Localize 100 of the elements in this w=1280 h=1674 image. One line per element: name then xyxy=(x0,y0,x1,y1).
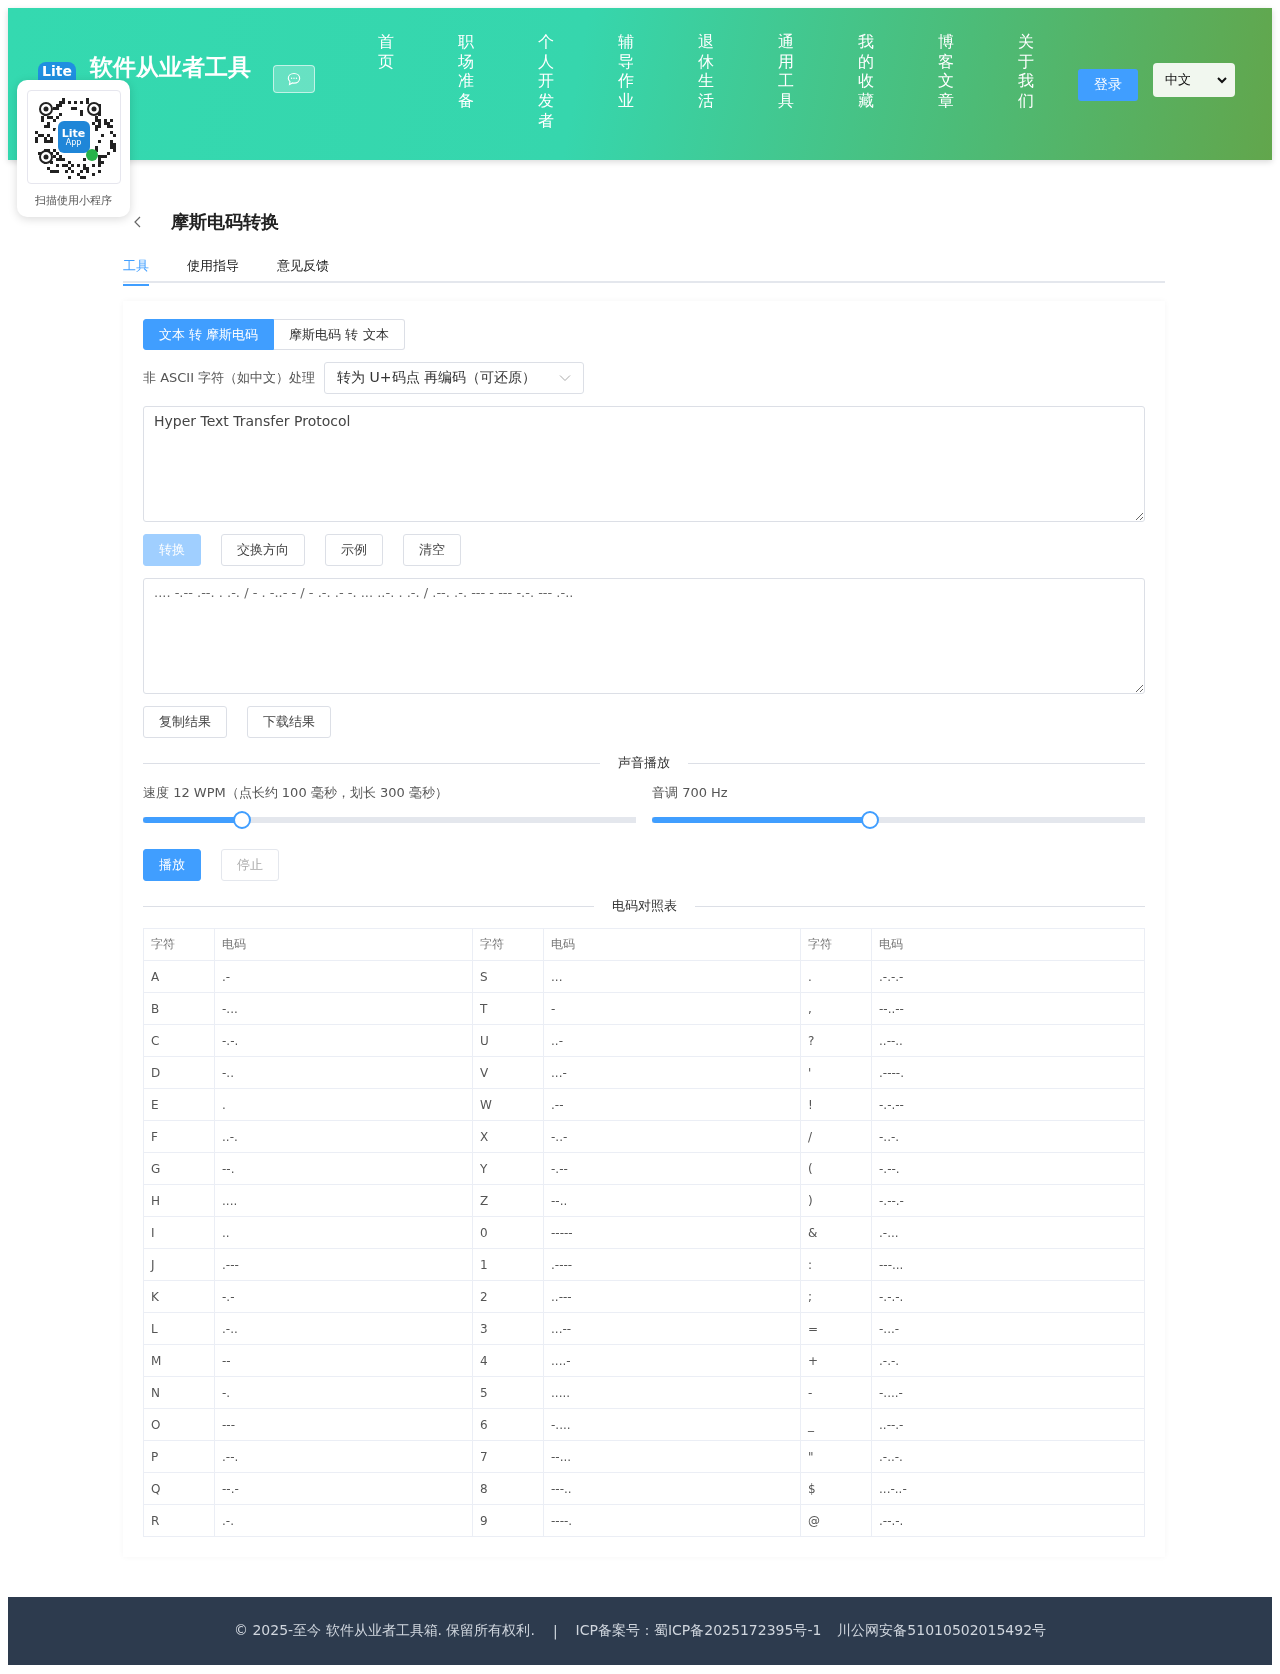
action-button[interactable]: 复制结果 xyxy=(143,706,227,738)
table-cell: Y xyxy=(472,1152,544,1185)
table-cell: A xyxy=(143,960,215,993)
nav-link[interactable]: 退休生活 xyxy=(698,32,714,131)
logo-text: App xyxy=(65,138,82,147)
table-cell: M xyxy=(143,1344,215,1377)
table-cell: ..--.. xyxy=(871,1024,1145,1057)
table-cell: .----. xyxy=(871,1056,1145,1089)
table-cell: ...-- xyxy=(543,1312,801,1345)
table-cell: ----- xyxy=(543,1216,801,1249)
table-cell: " xyxy=(800,1440,872,1473)
table-cell: 6 xyxy=(472,1408,544,1441)
chevron-icon[interactable] xyxy=(559,374,572,382)
chat-button[interactable] xyxy=(273,65,315,93)
site-title: 软件从业者工具 xyxy=(90,52,251,82)
slider-label: 速度 12 WPM（点长约 100 毫秒，划长 300 毫秒） xyxy=(143,784,449,802)
nav-link[interactable]: 辅导作业 xyxy=(618,32,634,131)
table-cell: - xyxy=(800,1376,872,1409)
login-button[interactable]: 登录 xyxy=(1078,69,1138,101)
table-cell: --.. xyxy=(543,1184,801,1217)
tab[interactable]: 意见反馈 xyxy=(277,249,329,284)
action-button[interactable]: 清空 xyxy=(403,534,461,566)
table-cell: ..--- xyxy=(543,1280,801,1313)
column-header: 字符 xyxy=(800,928,872,961)
table-cell: ---.. xyxy=(543,1472,801,1505)
table-cell: .-..-. xyxy=(871,1440,1145,1473)
table-cell: .---- xyxy=(543,1248,801,1281)
nav-link[interactable]: 个人开发者 xyxy=(538,32,554,131)
mode-toggle[interactable]: 文本 转 摩斯电码 xyxy=(143,319,275,350)
table-cell: --..-- xyxy=(871,992,1145,1025)
table-cell: -.- xyxy=(214,1280,473,1313)
table-cell: .-... xyxy=(871,1216,1145,1249)
slider-handle[interactable] xyxy=(861,811,880,829)
action-button[interactable]: 下载结果 xyxy=(247,706,331,738)
table-cell: -.-.-. xyxy=(871,1280,1145,1313)
table-cell: P xyxy=(143,1440,215,1473)
icp-link[interactable]: ICP备案号：蜀ICP备2025172395号-1 xyxy=(575,1622,822,1640)
table-cell: U xyxy=(472,1024,544,1057)
table-cell: .-.-. xyxy=(871,1344,1145,1377)
encoding-select[interactable]: 转为 U+码点 再编码（可还原） xyxy=(324,362,585,394)
table-cell: R xyxy=(143,1504,215,1537)
police-record-link[interactable]: 川公网安备51010502015492号 xyxy=(837,1622,1047,1640)
table-cell: H xyxy=(143,1184,215,1217)
caret-icon[interactable] xyxy=(1217,76,1227,84)
column-header: 电码 xyxy=(214,928,473,961)
nav-link[interactable]: 关于我们 xyxy=(1018,32,1034,131)
section-heading: 声音播放 xyxy=(617,754,671,772)
table-cell: Z xyxy=(472,1184,544,1217)
table-cell: -.... xyxy=(543,1408,801,1441)
back-icon[interactable] xyxy=(133,215,143,229)
mode-toggle[interactable]: 摩斯电码 转 文本 xyxy=(274,319,405,350)
language-select[interactable]: 中文 xyxy=(1153,63,1235,97)
table-cell: O xyxy=(143,1408,215,1441)
slider-handle[interactable] xyxy=(232,811,251,829)
table-cell: ! xyxy=(800,1088,872,1121)
table-cell: .- xyxy=(214,960,473,993)
table-cell: -..-. xyxy=(871,1120,1145,1153)
table-cell: _ xyxy=(800,1408,872,1441)
page-title: 摩斯电码转换 xyxy=(171,210,279,234)
table-cell: L xyxy=(143,1312,215,1345)
tab[interactable]: 工具 xyxy=(123,249,149,286)
tab[interactable]: 使用指导 xyxy=(187,249,239,284)
table-cell: - xyxy=(543,992,801,1025)
column-header: 电码 xyxy=(543,928,801,961)
nav-link[interactable]: 职场准备 xyxy=(458,32,474,131)
table-cell: ..... xyxy=(543,1376,801,1409)
speech-bubble-icon xyxy=(287,72,301,86)
table-cell: D xyxy=(143,1056,215,1089)
table-cell: --. xyxy=(214,1152,473,1185)
table-cell: ( xyxy=(800,1152,872,1185)
table-cell: + xyxy=(800,1344,872,1377)
table-cell: , xyxy=(800,992,872,1025)
nav-link[interactable]: 博客文章 xyxy=(938,32,954,131)
action-button[interactable]: 交换方向 xyxy=(221,534,305,566)
column-header: 字符 xyxy=(472,928,544,961)
nav-link[interactable]: 通用工具 xyxy=(778,32,794,131)
table-cell: .--. xyxy=(214,1440,473,1473)
table-cell: @ xyxy=(800,1504,872,1537)
column-header: 电码 xyxy=(871,928,1145,961)
action-button[interactable]: 示例 xyxy=(325,534,383,566)
table-cell: V xyxy=(472,1056,544,1089)
table-cell: K xyxy=(143,1280,215,1313)
table-cell: 4 xyxy=(472,1344,544,1377)
table-cell: S xyxy=(472,960,544,993)
table-cell: & xyxy=(800,1216,872,1249)
output-field[interactable]: .... -.-- .--. . .-. / - . -..- - / - .-. .- -. ... ..-. . .-. / .--. .-. --- - --- -.-. --- .-.. xyxy=(143,578,1145,694)
slider-label: 音调 700 Hz xyxy=(652,784,729,802)
table-cell: ---... xyxy=(871,1248,1145,1281)
input-field[interactable]: Hyper Text Transfer Protocol xyxy=(143,406,1145,522)
table-cell: 2 xyxy=(472,1280,544,1313)
table-cell: ...- xyxy=(543,1056,801,1089)
table-cell: ....- xyxy=(543,1344,801,1377)
table-cell: -.--. xyxy=(871,1152,1145,1185)
table-cell: X xyxy=(472,1120,544,1153)
table-cell: --.- xyxy=(214,1472,473,1505)
action-button[interactable]: 播放 xyxy=(143,849,201,881)
nav-link[interactable]: 我的收藏 xyxy=(858,32,874,131)
table-cell: 7 xyxy=(472,1440,544,1473)
nav-link[interactable]: 首页 xyxy=(378,32,394,131)
table-cell: .--- xyxy=(214,1248,473,1281)
